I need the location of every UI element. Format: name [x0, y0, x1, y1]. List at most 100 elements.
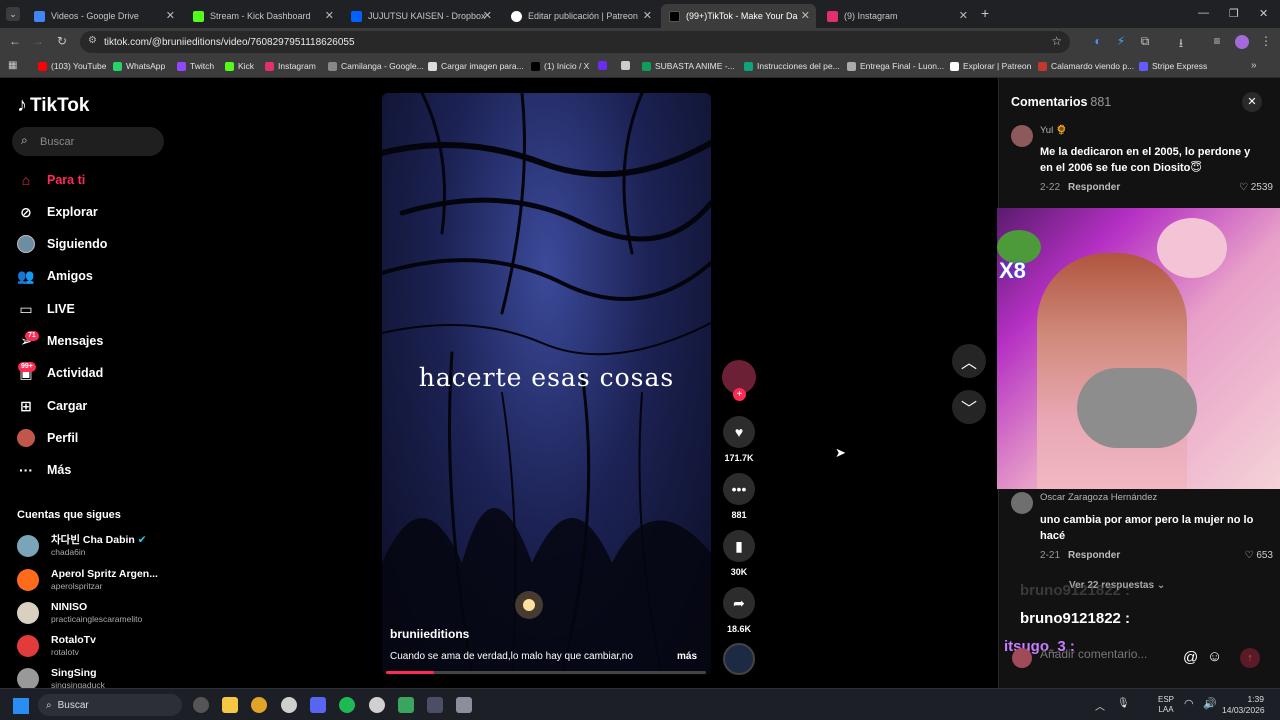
video-player[interactable]: hacerte esas cosas — [382, 93, 711, 675]
emoji-icon[interactable]: ☺ — [1207, 648, 1222, 665]
nav-live[interactable]: ▭ LIVE — [17, 299, 74, 319]
apps-grid-icon[interactable]: ▦ — [8, 60, 17, 71]
share-action[interactable]: ➦ 18.6K — [723, 587, 755, 634]
bookmark-item[interactable]: Stripe Express — [1139, 61, 1207, 71]
site-info-icon[interactable]: ⚙ — [88, 35, 97, 46]
bookmark-item[interactable]: Instrucciones del pe... — [744, 61, 840, 71]
comment-like[interactable]: ♡ 2539 — [1239, 182, 1273, 193]
nav-amigos[interactable]: 👥 Amigos — [17, 266, 93, 286]
bookmark-icon[interactable]: ▮ — [723, 530, 755, 562]
spotify-icon[interactable] — [339, 697, 355, 713]
address-bar[interactable]: ⚙ tiktok.com/@bruniieditions/video/76082… — [80, 31, 1070, 53]
save-action[interactable]: ▮ 30K — [723, 530, 755, 577]
more-button[interactable]: más — [677, 651, 697, 662]
keyboard-layout[interactable]: ESP LAA — [1158, 695, 1174, 715]
following-account[interactable]: 차다빈 Cha Dabin ✔ chada6in — [17, 531, 147, 561]
share-arrow-icon[interactable]: ➦ — [723, 587, 755, 619]
bookmark-item[interactable]: Explorar | Patreon — [950, 61, 1031, 71]
following-account[interactable]: RotaloTv rotalotv — [17, 631, 96, 661]
tab-instagram[interactable]: (9) Instagram ✕ — [819, 4, 974, 28]
close-comments-button[interactable]: ✕ — [1242, 92, 1262, 112]
windows-start-icon[interactable] — [13, 698, 29, 714]
close-tab-icon[interactable]: ✕ — [325, 9, 334, 22]
following-account[interactable]: Aperol Spritz Argen... aperolspritzar — [17, 565, 158, 595]
taskbar-app-icon[interactable] — [427, 697, 443, 713]
bookmark-item[interactable]: (103) YouTube — [38, 61, 106, 71]
tab-kick-dashboard[interactable]: Stream - Kick Dashboard ✕ — [185, 4, 340, 28]
next-video-button[interactable]: ﹀ — [952, 390, 986, 424]
mention-icon[interactable]: @ — [1183, 649, 1198, 666]
tab-google-drive[interactable]: Videos - Google Drive ✕ — [26, 4, 181, 28]
clock[interactable]: 1:39 14/03/2026 — [1222, 694, 1265, 716]
extensions-puzzle-icon[interactable]: ⧉ — [1137, 34, 1153, 49]
search-input[interactable]: ⌕ Buscar — [12, 127, 164, 156]
following-account[interactable]: NINISO practicainglescaramelito — [17, 598, 142, 628]
tab-list-button[interactable]: ⌄ — [6, 7, 20, 21]
bookmark-item[interactable]: Twitch — [177, 61, 214, 71]
like-action[interactable]: ♥ 171.7K — [723, 416, 755, 463]
nav-perfil[interactable]: Perfil — [17, 428, 78, 448]
bookmark-star-icon[interactable]: ☆ — [1051, 34, 1062, 48]
nav-explorar[interactable]: ⊘ Explorar — [17, 202, 98, 222]
bookmark-item[interactable] — [598, 61, 611, 70]
nav-para-ti[interactable]: ⌂ Para ti — [17, 170, 85, 190]
close-window-icon[interactable]: ✕ — [1259, 7, 1268, 20]
more-bookmarks-icon[interactable]: » — [1251, 60, 1257, 71]
video-progress-bar[interactable] — [386, 671, 706, 674]
comment-input[interactable]: Añadir comentario... — [1040, 647, 1200, 667]
restore-icon[interactable]: ❐ — [1229, 7, 1239, 20]
chrome-icon[interactable] — [251, 697, 267, 713]
tab-dropbox[interactable]: JUJUTSU KAISEN - Dropbox ✕ — [343, 4, 498, 28]
bookmark-item[interactable]: Calamardo viendo p... — [1038, 61, 1134, 71]
profile-avatar[interactable] — [1235, 35, 1249, 49]
music-disc-icon[interactable] — [723, 643, 755, 675]
extension-icon[interactable]: ⚡ — [1113, 34, 1129, 48]
taskbar-app-icon[interactable] — [398, 697, 414, 713]
new-tab-button[interactable]: + — [981, 5, 989, 21]
send-comment-button[interactable]: ↑ — [1240, 648, 1260, 668]
comment-username[interactable]: Yul 🌻 — [1040, 125, 1068, 136]
video-author[interactable]: bruniieditions — [390, 627, 469, 641]
wifi-icon[interactable]: ◠ — [1184, 697, 1194, 710]
reply-button[interactable]: Responder — [1068, 550, 1120, 561]
close-tab-icon[interactable]: ✕ — [166, 9, 175, 22]
bookmark-item[interactable]: Cargar imagen para... — [428, 61, 524, 71]
bookmark-item[interactable]: Entrega Final - Luon... — [847, 61, 944, 71]
file-explorer-icon[interactable] — [222, 697, 238, 713]
media-control-icon[interactable]: ≡ — [1209, 34, 1225, 48]
discord-icon[interactable] — [310, 697, 326, 713]
close-tab-icon[interactable]: ✕ — [959, 9, 968, 22]
taskbar-search[interactable]: ⌕ Buscar — [38, 694, 182, 716]
close-tab-icon[interactable]: ✕ — [483, 9, 492, 22]
nav-siguiendo[interactable]: Siguiendo — [17, 234, 107, 254]
nav-mas[interactable]: ··· Más — [17, 460, 71, 480]
tab-tiktok[interactable]: (99+)TikTok - Make Your Da ✕ — [661, 4, 816, 28]
close-tab-icon[interactable]: ✕ — [801, 9, 810, 22]
taskbar-app-icon[interactable] — [456, 697, 472, 713]
previous-video-button[interactable]: ︿ — [952, 344, 986, 378]
taskbar-app-icon[interactable] — [281, 697, 297, 713]
bookmark-item[interactable]: WhatsApp — [113, 61, 165, 71]
avatar[interactable] — [1011, 492, 1033, 514]
reply-button[interactable]: Responder — [1068, 182, 1120, 193]
close-tab-icon[interactable]: ✕ — [643, 9, 652, 22]
tab-patreon[interactable]: Editar publicación | Patreon ✕ — [503, 4, 658, 28]
heart-icon[interactable]: ♥ — [723, 416, 755, 448]
volume-icon[interactable]: 🔊 — [1203, 697, 1217, 710]
bookmark-item[interactable]: Camilanga - Google... — [328, 61, 424, 71]
bookmark-item[interactable]: (1) Inicio / X — [531, 61, 589, 71]
tiktok-logo[interactable]: ♪ TikTok — [17, 94, 89, 117]
reload-icon[interactable]: ↻ — [54, 34, 70, 48]
bookmark-item[interactable]: Instagram — [265, 61, 316, 71]
bookmark-item[interactable]: SUBASTA ANIME -... — [642, 61, 735, 71]
bookmark-item[interactable] — [621, 61, 634, 70]
forward-icon[interactable]: → — [30, 34, 46, 48]
comment-bubble-icon[interactable]: ••• — [723, 473, 755, 505]
bookmark-item[interactable]: Kick — [225, 61, 254, 71]
extension-icon[interactable]: ◐ — [1090, 34, 1106, 48]
minimize-icon[interactable]: — — [1198, 7, 1209, 19]
comment-action[interactable]: ••• 881 — [723, 473, 755, 520]
obs-icon[interactable] — [369, 697, 385, 713]
menu-kebab-icon[interactable]: ⋮ — [1258, 34, 1274, 48]
nav-cargar[interactable]: ⊞ Cargar — [17, 396, 87, 416]
